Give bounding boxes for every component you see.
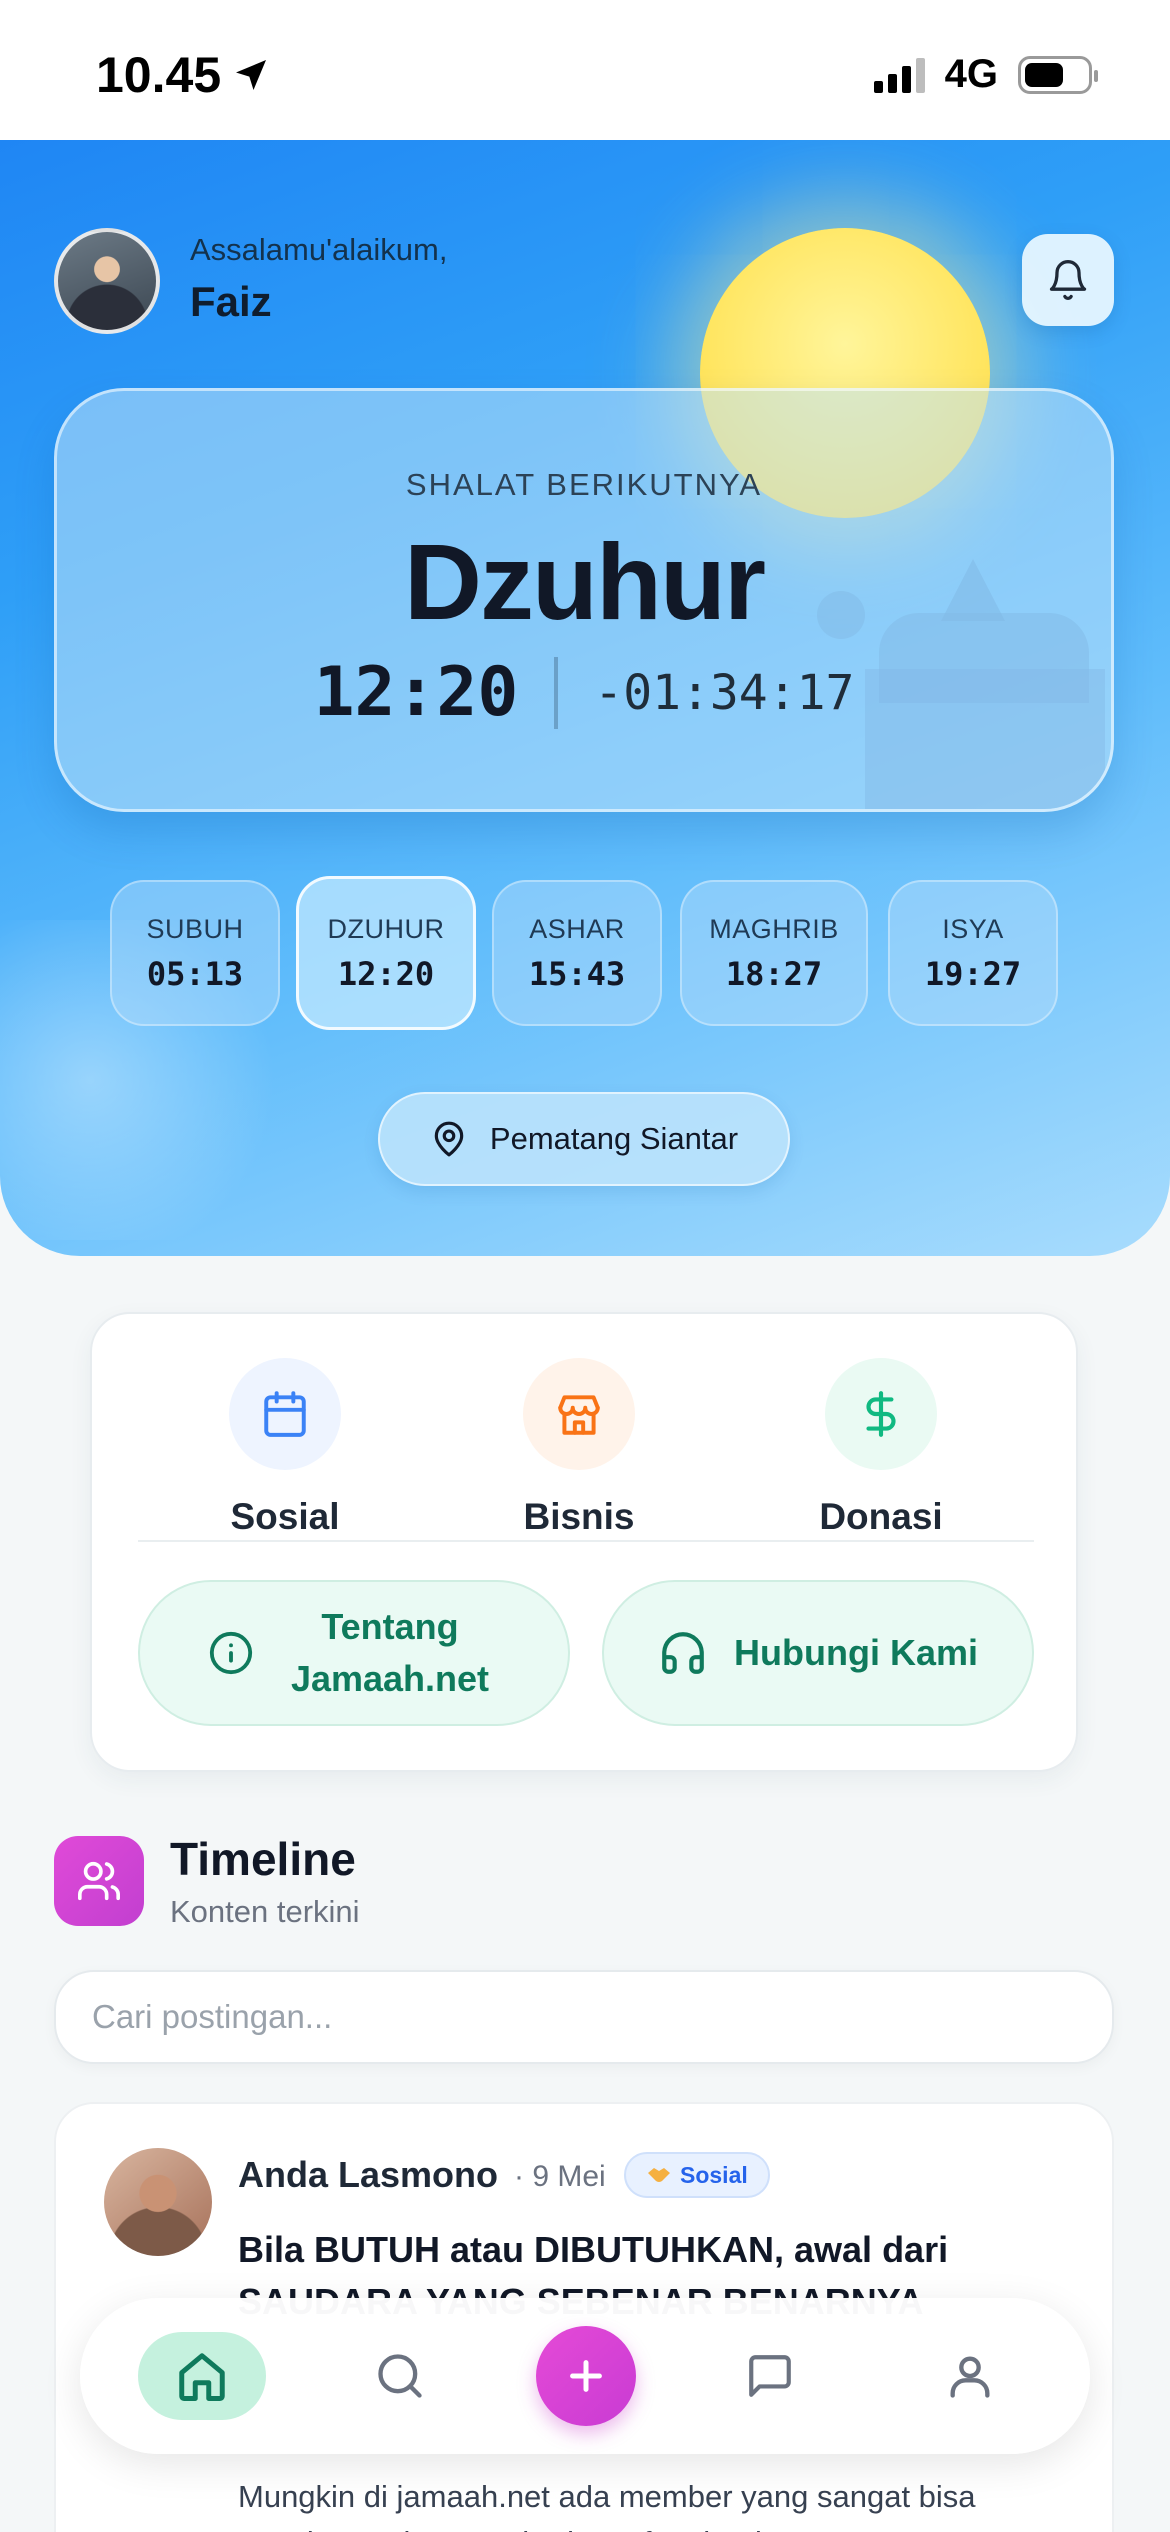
menu-icon-bg (825, 1358, 937, 1470)
menu-item-sosial[interactable]: Sosial (185, 1358, 385, 1538)
chat-icon (749, 2355, 791, 2397)
menu-icon-bg (523, 1358, 635, 1470)
search-icon (378, 2354, 422, 2398)
nav-add-button[interactable] (536, 2326, 636, 2426)
prayer-time: 19:27 (924, 954, 1022, 993)
menu-item-donasi[interactable]: Donasi (781, 1358, 981, 1538)
location-button[interactable]: Pematang Siantar (378, 1092, 790, 1186)
post-category-label: Sosial (680, 2161, 748, 2188)
avatar[interactable] (54, 228, 160, 334)
nav-chat-button[interactable] (706, 2332, 834, 2420)
prayer-item-dzuhur[interactable]: DZUHUR 12:20 (296, 876, 476, 1030)
prayer-times-list: SUBUH 05:13 DZUHUR 12:20 ASHAR 15:43 MAG… (110, 876, 1060, 1030)
prayer-name: ASHAR (529, 913, 625, 944)
post-author-avatar[interactable] (104, 2148, 212, 2256)
next-prayer-card: SHALAT BERIKUTNYA Dzuhur 12:20 -01:34:17 (54, 388, 1114, 812)
home-icon (179, 2353, 225, 2401)
next-prayer-name: Dzuhur (404, 521, 766, 642)
contact-label: Hubungi Kami (734, 1632, 978, 1673)
prayer-time: 12:20 (337, 954, 435, 993)
menu-icon-bg (229, 1358, 341, 1470)
dollar-icon (866, 1391, 896, 1437)
prayer-time: 15:43 (528, 954, 626, 993)
contact-button[interactable]: Hubungi Kami (602, 1580, 1034, 1726)
status-indicators: 4G (873, 52, 1098, 97)
prayer-name: DZUHUR (327, 913, 445, 944)
prayer-time: 18:27 (725, 954, 823, 993)
prayer-item-isya[interactable]: ISYA 19:27 (888, 880, 1058, 1026)
menu-divider (138, 1540, 1034, 1542)
hero-section: Assalamu'alaikum, Faiz SHALAT BERIKUTNYA… (0, 140, 1170, 1256)
next-prayer-label: SHALAT BERIKUTNYA (405, 467, 763, 502)
prayer-item-ashar[interactable]: ASHAR 15:43 (492, 880, 662, 1026)
menu-item-bisnis[interactable]: Bisnis (479, 1358, 679, 1538)
map-pin-icon (434, 1121, 464, 1157)
status-time-text: 10.45 (96, 47, 222, 103)
post-body: Mungkin di jamaah.net ada member yang sa… (238, 2479, 976, 2532)
prayer-item-subuh[interactable]: SUBUH 05:13 (110, 880, 280, 1026)
prayer-name: ISYA (942, 913, 1004, 944)
signal-icon (873, 57, 925, 93)
next-prayer-time: 12:20 (313, 653, 519, 732)
status-time: 10.45 (96, 46, 271, 104)
timeline-icon-badge (54, 1836, 144, 1926)
search-posts-input[interactable] (54, 1970, 1114, 2064)
menu-label: Donasi (819, 1496, 943, 1537)
location-text: Pematang Siantar (489, 1121, 739, 1156)
handshake-icon (648, 2168, 670, 2182)
prayer-item-maghrib[interactable]: MAGHRIB 18:27 (680, 880, 868, 1026)
countdown: -01:34:17 (594, 664, 855, 721)
prayer-name: SUBUH (146, 913, 244, 944)
network-type: 4G (944, 52, 998, 96)
menu-label: Sosial (230, 1496, 340, 1537)
bell-icon (1049, 260, 1087, 300)
profile-icon (950, 2356, 990, 2398)
nav-profile-button[interactable] (906, 2332, 1034, 2420)
about-label: Tentang Jamaah.net (290, 1606, 490, 1699)
notification-button[interactable] (1022, 234, 1114, 326)
status-bar: 10.45 4G (0, 0, 1170, 140)
headset-icon (662, 1632, 704, 1674)
nav-search-button[interactable] (336, 2332, 464, 2420)
info-icon (209, 1631, 253, 1675)
about-button[interactable]: Tentang Jamaah.net (138, 1580, 570, 1726)
divider (554, 656, 559, 729)
post-author[interactable]: Anda Lasmono (238, 2154, 498, 2196)
location-arrow-icon (236, 60, 267, 90)
nav-home-button[interactable] (138, 2332, 266, 2420)
post-category-badge[interactable]: Sosial (624, 2152, 770, 2198)
greeting-text: Assalamu'alaikum, (190, 232, 448, 267)
timeline-subtitle: Konten terkini (170, 1894, 360, 1929)
users-icon (78, 1861, 120, 1901)
add-icon (570, 2360, 602, 2392)
bottom-nav (80, 2298, 1090, 2454)
next-prayer-times: 12:20 -01:34:17 (57, 653, 1111, 732)
post-date: · 9 Mei (514, 2160, 606, 2193)
prayer-time: 05:13 (146, 954, 244, 993)
timeline-title: Timeline (170, 1833, 356, 1885)
calendar-icon (264, 1391, 306, 1437)
user-name: Faiz (190, 278, 272, 325)
quick-menu-card: Sosial Bisnis Donasi Tentang Jamaah.net … (90, 1312, 1078, 1772)
menu-label: Bisnis (523, 1496, 635, 1537)
battery-icon (1018, 55, 1098, 94)
store-icon (558, 1395, 600, 1435)
prayer-name: MAGHRIB (709, 913, 839, 944)
